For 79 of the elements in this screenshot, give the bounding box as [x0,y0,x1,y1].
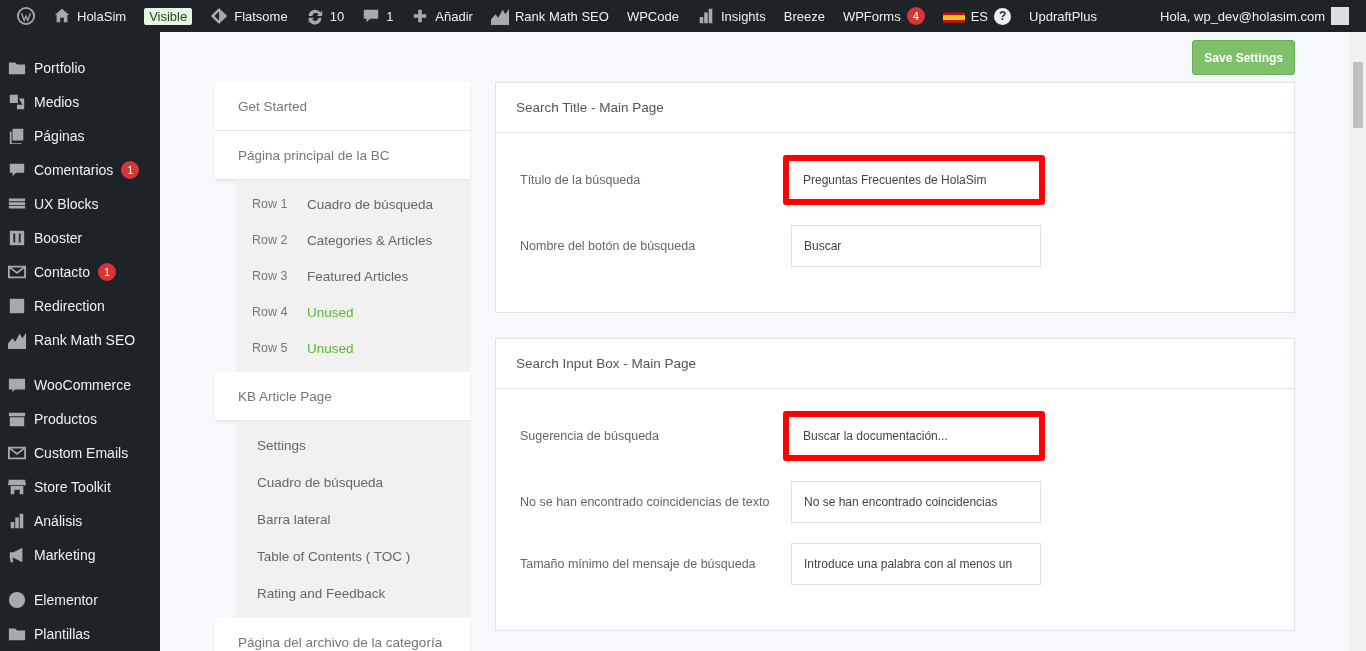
menu-item[interactable]: Redirection [34,298,105,314]
toolbar-link[interactable]: Añadir [435,8,473,24]
row-number: Row 2 [252,233,288,247]
subnav-item[interactable]: Cuadro de búsqueda [307,196,434,212]
toolbar-link[interactable]: Breeze [783,8,825,24]
nav-section[interactable]: Página principal de la BC [215,131,470,180]
nav-section[interactable]: Get Started [215,82,470,131]
menu-item[interactable]: Análisis [34,513,83,529]
menu-item[interactable]: Contacto [34,264,91,280]
count-badge: 1 [121,161,140,179]
toolbar-link[interactable]: Rank Math SEO [514,8,609,24]
toolbar-link[interactable]: 10 [329,8,345,24]
envelope-icon [8,263,26,281]
bar-graph-icon [8,331,26,349]
circle-w-logo-icon[interactable] [17,7,35,25]
menu-item[interactable]: Elementor [34,592,98,608]
text-field[interactable]: Buscar [791,225,1041,267]
field-label: Nombre del botón de búsqueda [520,239,697,253]
field-label: No se han encontrado coincidencias de texto [520,495,771,509]
visibility-tag[interactable]: Visible [144,7,193,25]
subnav-item[interactable]: Barra lateral [257,512,331,527]
subnav-item[interactable]: Categories & Articles [307,232,433,248]
panel-title: Search Input Box - Main Page [496,339,1294,389]
subnav-item[interactable]: Rating and Feedback [257,586,386,601]
toolbar-link[interactable]: 1 [386,8,394,24]
nav-section[interactable]: KB Article Page [215,372,470,421]
menu-item[interactable]: Páginas [34,128,85,144]
field-label: Tamaño mínimo del mensaje de búsqueda [520,557,757,571]
subnav-item[interactable]: Table of Contents ( TOC ) [257,549,411,564]
house-icon[interactable] [53,7,71,25]
toolbar-link[interactable]: UpdraftPlus [1029,8,1097,24]
menu-item[interactable]: Comentarios [34,162,114,178]
menu-item[interactable]: Custom Emails [34,445,129,461]
count-badge: 4 [906,7,925,25]
row-number: Row 3 [252,269,288,283]
help-icon[interactable]: ? [994,7,1012,25]
account-greeting[interactable]: Hola, wp_dev@holasim.com [1160,8,1325,24]
toolbar-link[interactable]: WPForms [842,8,901,24]
field-label: Sugerencia de búsqueda [520,429,660,443]
envelope-icon [8,444,26,462]
text-field[interactable]: Buscar la documentación... [783,411,1045,461]
row-number: Row 4 [252,305,288,319]
box-icon [8,410,26,428]
toolbar-link[interactable]: Insights [720,8,766,24]
text-field[interactable]: Introduce una palabra con al menos un [791,543,1041,585]
menu-item[interactable]: Rank Math SEO [34,332,136,348]
text-field[interactable]: Preguntas Frecuentes de HolaSim [783,155,1045,205]
panel-title: Search Title - Main Page [496,83,1294,133]
menu-item[interactable]: Marketing [34,547,96,563]
bar-graph-icon[interactable] [490,7,509,25]
menu-item[interactable]: Store Toolkit [34,479,111,495]
menu-item[interactable]: UX Blocks [34,196,99,212]
circle-icon [8,591,26,609]
subnav-item[interactable]: Settings [257,438,306,453]
subnav-item[interactable]: Featured Articles [307,268,409,284]
text-field[interactable]: No se han encontrado coincidencias [791,481,1041,523]
toolbar-link[interactable]: WPCode [626,8,679,24]
menu-item[interactable]: Booster [34,230,83,246]
toolbar-link[interactable]: Flatsome [234,8,288,24]
count-badge: 1 [98,263,117,281]
pages-icon [8,127,26,145]
scrollbar-thumb[interactable] [1352,62,1363,128]
row-number: Row 1 [252,197,288,211]
toolbar-link[interactable]: HolaSim [77,8,127,24]
menu-item[interactable]: Plantillas [34,626,91,642]
bar-chart-icon [8,512,26,530]
scrollbar[interactable] [1349,32,1366,651]
diamond-icon[interactable] [210,7,229,25]
row-number: Row 5 [252,341,288,355]
menu-item[interactable]: Medios [34,94,80,110]
menu-item[interactable]: Portfolio [34,60,86,76]
square-icon [8,297,26,315]
toolbar-link[interactable]: ES [970,8,989,24]
store-icon [8,478,26,496]
nav-section[interactable]: Página del archivo de la categoría [215,618,470,651]
menu-item[interactable]: Productos [34,411,98,427]
subnav-item[interactable]: Cuadro de búsqueda [257,475,384,490]
menu-item[interactable]: WooCommerce [34,377,131,393]
field-label: Título de la búsqueda [520,173,642,187]
